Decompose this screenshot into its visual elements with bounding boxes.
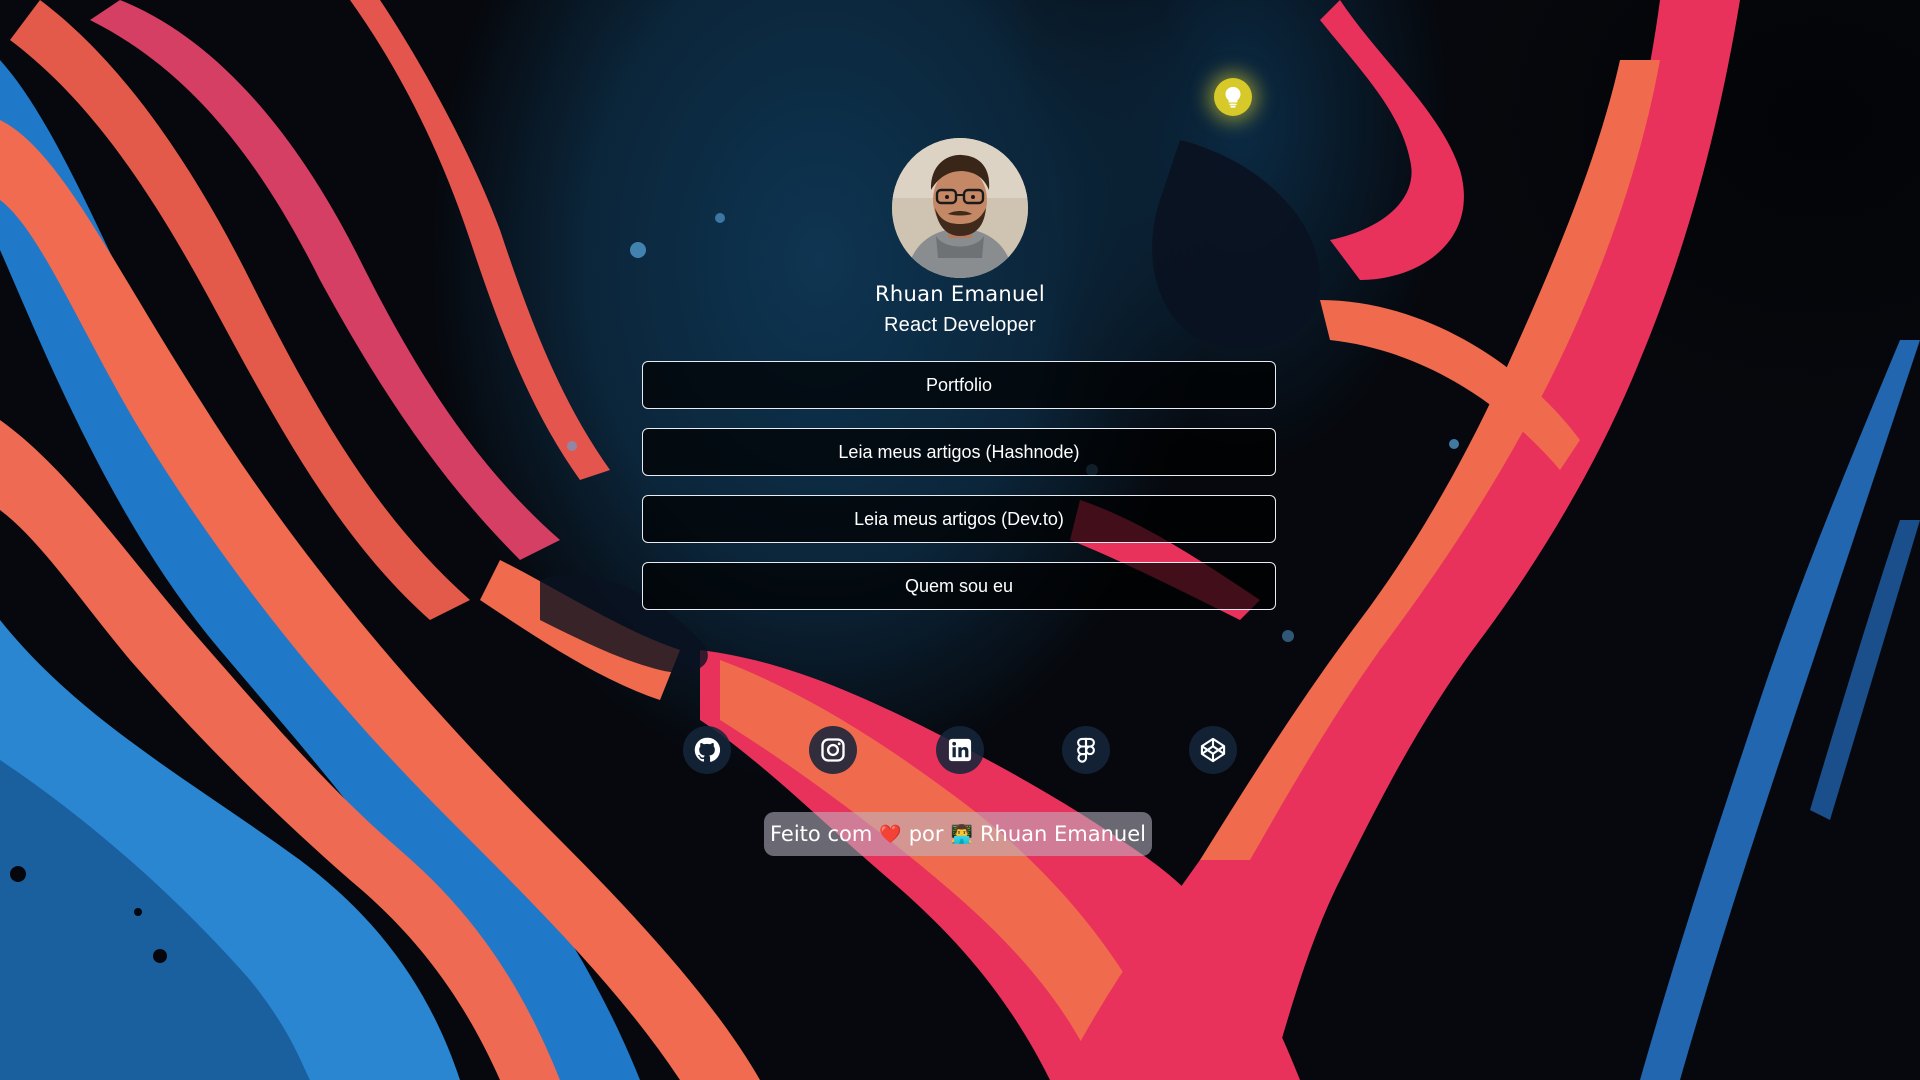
developer-emoji: 👨‍💻 [950,823,973,845]
devto-articles-link-button[interactable]: Leia meus artigos (Dev.to) [642,495,1276,543]
codepen-link[interactable] [1189,726,1237,774]
lightbulb-icon [1225,87,1241,108]
profile-name: Rhuan Emanuel [875,282,1045,306]
linkedin-icon [948,738,972,762]
hashnode-articles-link-button[interactable]: Leia meus artigos (Hashnode) [642,428,1276,476]
about-me-link-button[interactable]: Quem sou eu [642,562,1276,610]
avatar [892,138,1028,278]
codepen-icon [1200,737,1226,763]
figma-link[interactable] [1062,726,1110,774]
instagram-icon [821,738,845,762]
footer-middle: por [908,822,944,846]
github-icon [694,737,721,762]
github-link[interactable] [683,726,731,774]
theme-toggle-button[interactable] [1214,78,1252,116]
linkedin-link[interactable] [936,726,984,774]
footer-credit: Feito com ❤️ por 👨‍💻 Rhuan Emanuel [764,812,1152,856]
footer-prefix: Feito com [770,822,873,846]
profile-role: React Developer [884,314,1036,336]
heart-emoji: ❤️ [879,823,902,845]
instagram-link[interactable] [809,726,857,774]
portfolio-link-button[interactable]: Portfolio [642,361,1276,409]
footer-author: Rhuan Emanuel [979,822,1146,846]
figma-icon [1077,737,1095,763]
